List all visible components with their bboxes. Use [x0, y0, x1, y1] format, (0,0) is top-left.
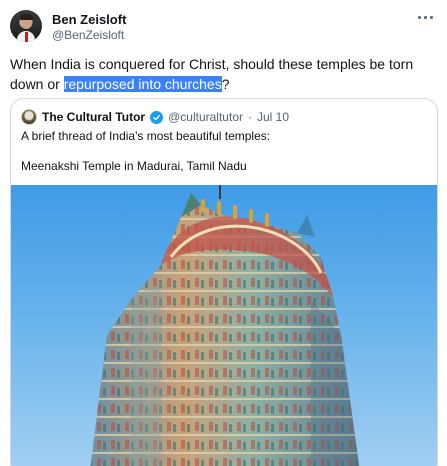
- verified-badge-icon: [150, 110, 164, 124]
- quoted-tweet-header: The Cultural Tutor @culturaltutor · Jul …: [21, 109, 289, 125]
- quoted-date[interactable]: Jul 10: [257, 110, 289, 124]
- author-display-name[interactable]: Ben Zeisloft: [52, 12, 126, 27]
- quoted-author-avatar[interactable]: [21, 109, 37, 125]
- tweet-header: Ben Zeisloft @BenZeisloft: [10, 6, 437, 46]
- author-avatar[interactable]: [10, 10, 42, 42]
- separator-dot: ·: [248, 110, 252, 124]
- quoted-author-name[interactable]: The Cultural Tutor: [42, 110, 145, 124]
- tweet-text: When India is conquered for Christ, shou…: [10, 54, 440, 94]
- quoted-text-caption: Meenakshi Temple in Madurai, Tamil Nadu: [21, 159, 247, 173]
- selected-text: repurposed into churches: [63, 76, 222, 92]
- quoted-author-handle[interactable]: @culturaltutor: [168, 110, 243, 124]
- more-icon[interactable]: [415, 10, 435, 24]
- temple-photo[interactable]: [11, 185, 437, 466]
- quoted-tweet[interactable]: The Cultural Tutor @culturaltutor · Jul …: [10, 98, 438, 466]
- quoted-text-line: A brief thread of India's most beautiful…: [21, 129, 271, 143]
- author-handle[interactable]: @BenZeisloft: [52, 28, 124, 42]
- tweet-text-end: ?: [221, 76, 230, 92]
